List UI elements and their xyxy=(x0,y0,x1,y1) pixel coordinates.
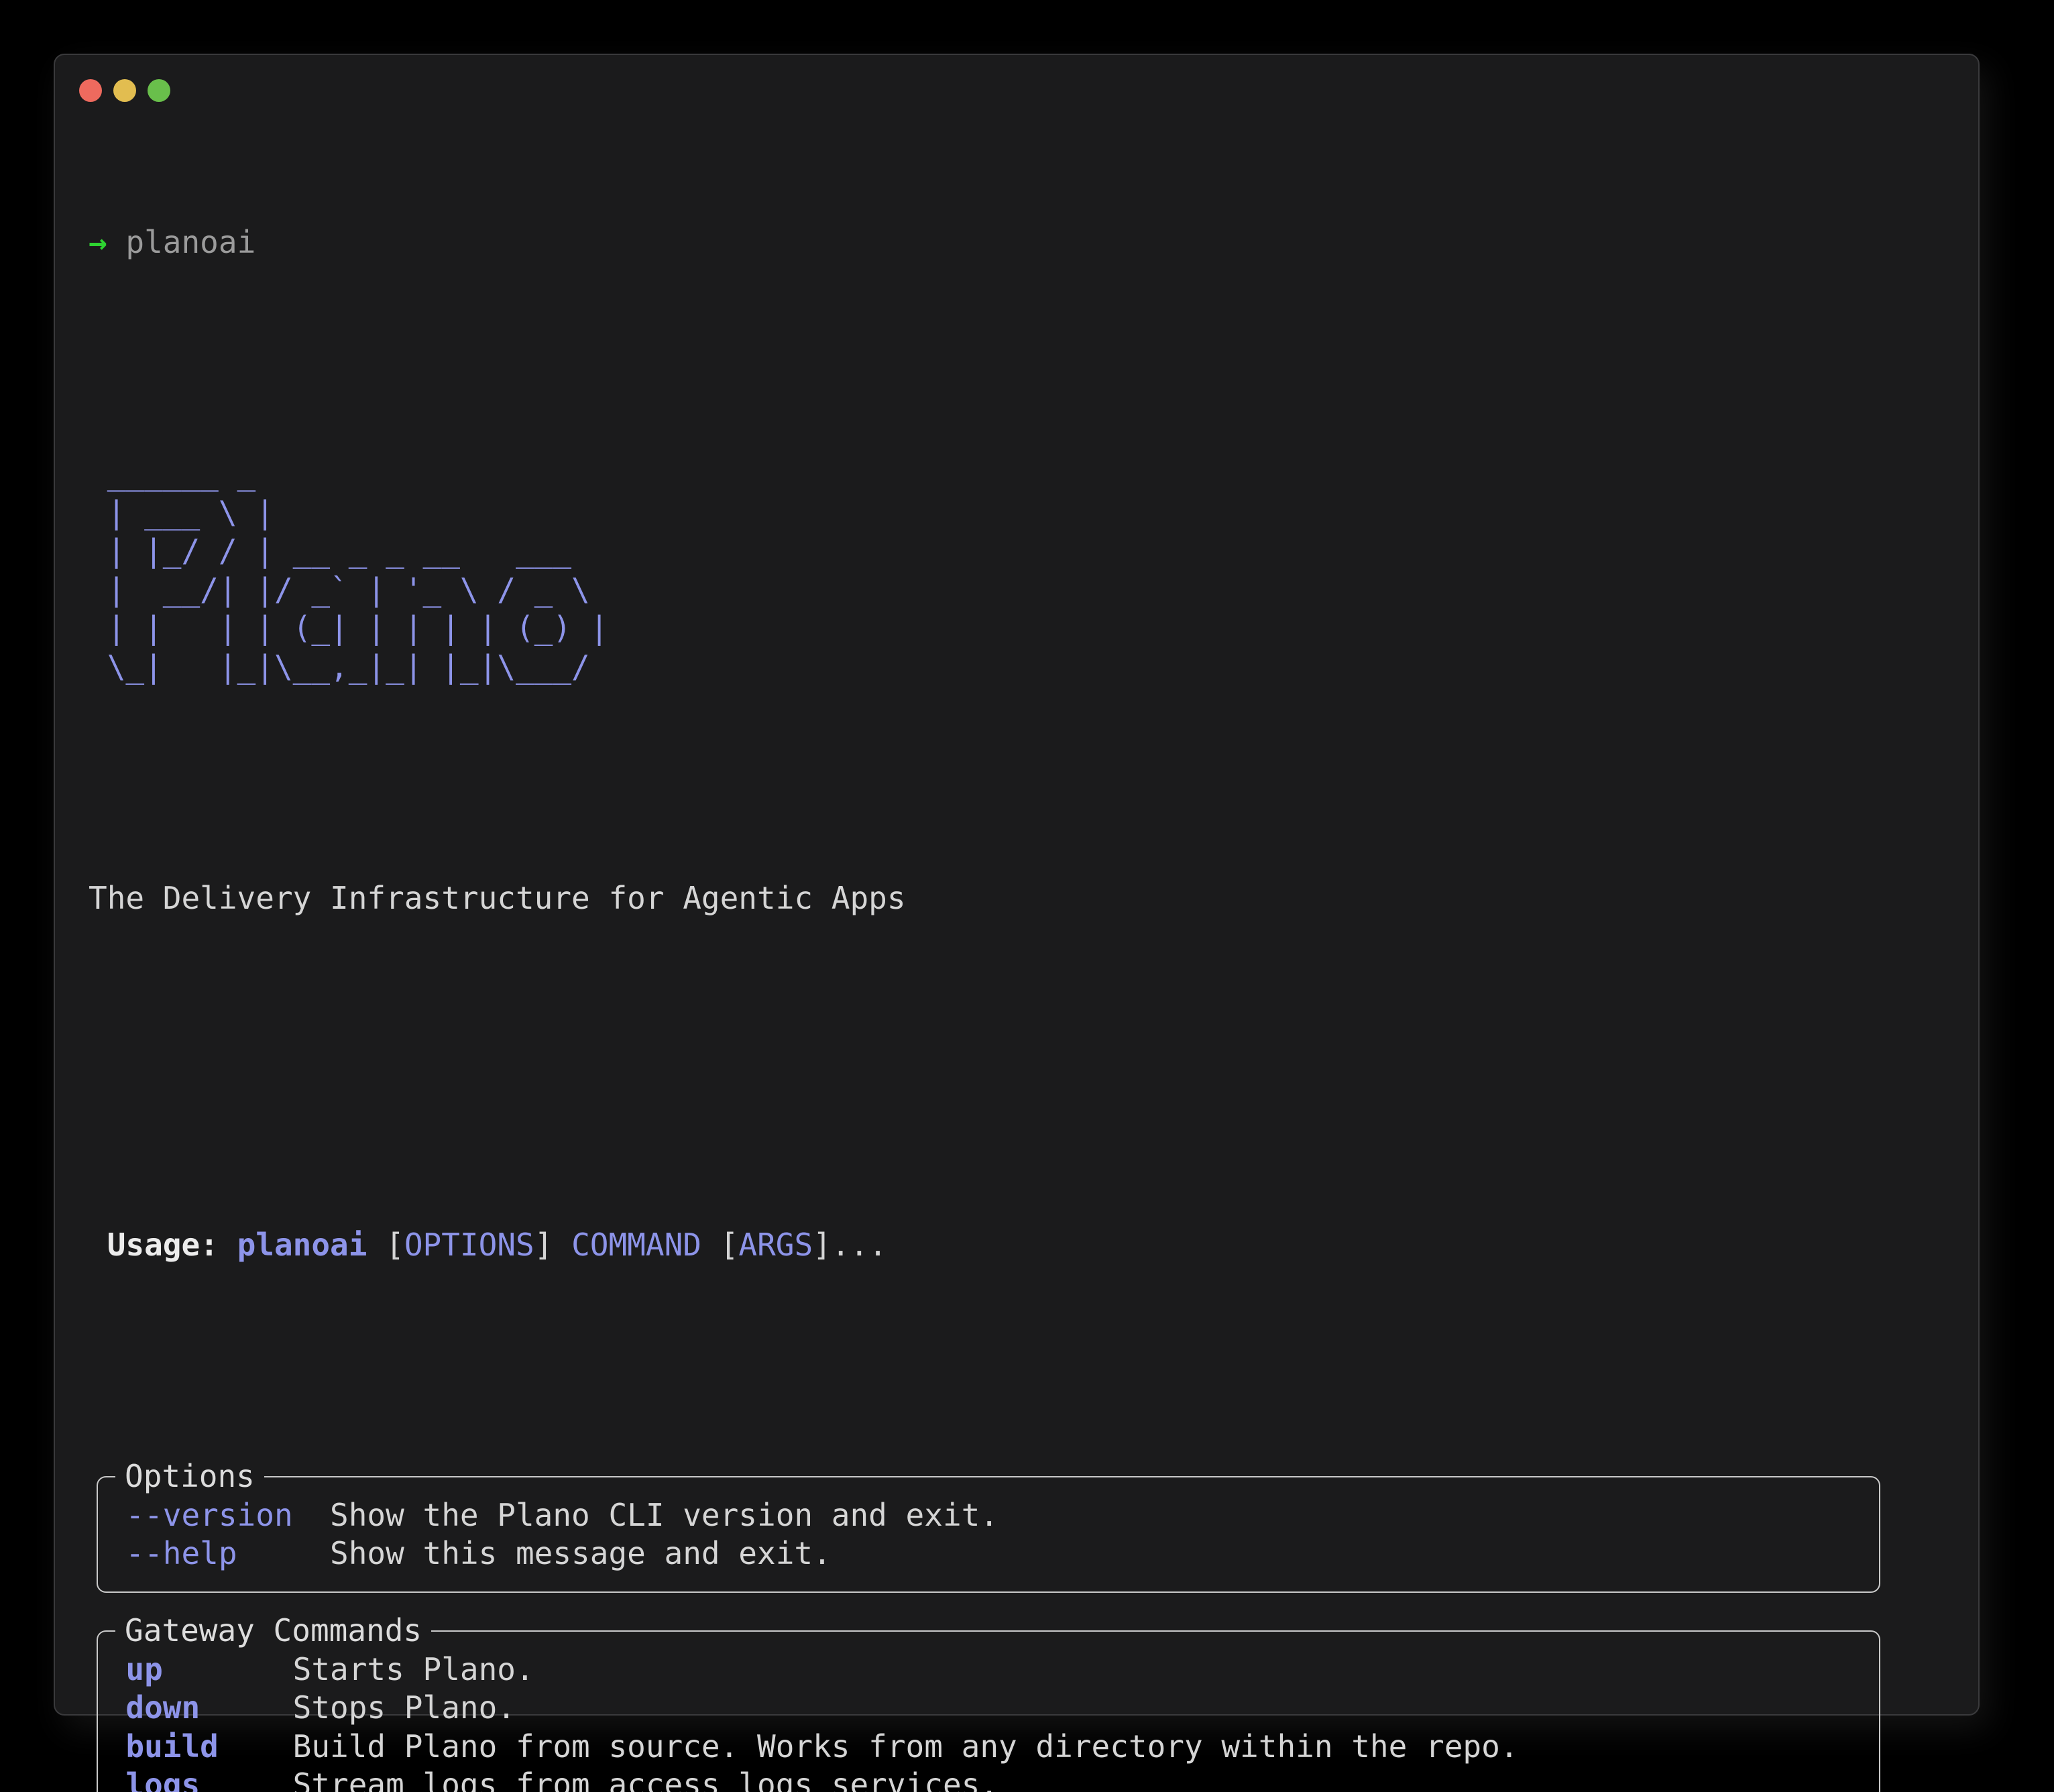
command-name: --version xyxy=(89,1497,330,1533)
command-row: --version Show the Plano CLI version and… xyxy=(89,1496,1933,1535)
command-name: down xyxy=(89,1689,293,1726)
help-panels: Options --version Show the Plano CLI ver… xyxy=(89,1457,1933,1792)
tagline: The Delivery Infrastructure for Agentic … xyxy=(89,879,1933,918)
usage-segment: [ xyxy=(701,1227,738,1263)
close-button[interactable] xyxy=(79,79,102,102)
command-name: build xyxy=(89,1728,293,1765)
terminal-output: → planoai ______ _ | ___ \ | | |_/ / | _… xyxy=(89,146,1933,1792)
desktop-background: → planoai ______ _ | ___ \ | | |_/ / | _… xyxy=(0,0,2054,1792)
command-description: Show the Plano CLI version and exit. xyxy=(330,1497,999,1533)
command-description: Build Plano from source. Works from any … xyxy=(293,1728,1519,1765)
prompt-arrow-icon: → xyxy=(89,224,107,260)
usage-segment: ]... xyxy=(813,1227,887,1263)
panel-title: Gateway Commands xyxy=(89,1612,431,1650)
command-name: up xyxy=(89,1651,293,1687)
terminal-window: → planoai ______ _ | ___ \ | | |_/ / | _… xyxy=(54,54,1980,1716)
command-row: down Stops Plano. xyxy=(89,1689,1933,1728)
panel-content: --version Show the Plano CLI version and… xyxy=(89,1496,1933,1573)
usage-segment: COMMAND xyxy=(571,1227,701,1263)
panel-title: Options xyxy=(89,1457,264,1496)
usage-segment: [ xyxy=(367,1227,404,1263)
usage-segment xyxy=(89,1227,107,1263)
usage-segment xyxy=(219,1227,237,1263)
prompt-command: planoai xyxy=(125,224,255,260)
panel-gateway-commands: Gateway Commands up Starts Plano. down S… xyxy=(89,1612,1933,1792)
usage-segment: Usage: xyxy=(107,1227,219,1263)
zoom-button[interactable] xyxy=(148,79,170,102)
command-name: --help xyxy=(89,1535,330,1571)
shell-prompt-line: → planoai xyxy=(89,223,1933,262)
command-row: logs Stream logs from access logs servic… xyxy=(89,1766,1933,1792)
usage-segment: ] xyxy=(534,1227,571,1263)
usage-segment: ARGS xyxy=(738,1227,813,1263)
minimize-button[interactable] xyxy=(113,79,136,102)
command-row: --help Show this message and exit. xyxy=(89,1534,1933,1573)
panel-options: Options --version Show the Plano CLI ver… xyxy=(89,1457,1933,1612)
ascii-logo: ______ _ | ___ \ | | |_/ / | __ _ _ __ _… xyxy=(89,455,1933,686)
command-description: Show this message and exit. xyxy=(330,1535,832,1571)
command-description: Stops Plano. xyxy=(293,1689,516,1726)
usage-line: Usage: planoai [OPTIONS] COMMAND [ARGS].… xyxy=(89,1226,1933,1265)
command-name: logs xyxy=(89,1767,293,1792)
command-row: up Starts Plano. xyxy=(89,1650,1933,1689)
usage-segment: planoai xyxy=(237,1227,367,1263)
window-controls xyxy=(79,79,170,102)
command-description: Starts Plano. xyxy=(293,1651,534,1687)
command-row: build Build Plano from source. Works fro… xyxy=(89,1728,1933,1767)
usage-segment: OPTIONS xyxy=(404,1227,534,1263)
command-description: Stream logs from access logs services. xyxy=(293,1767,999,1792)
panel-content: up Starts Plano. down Stops Plano. build… xyxy=(89,1650,1933,1792)
